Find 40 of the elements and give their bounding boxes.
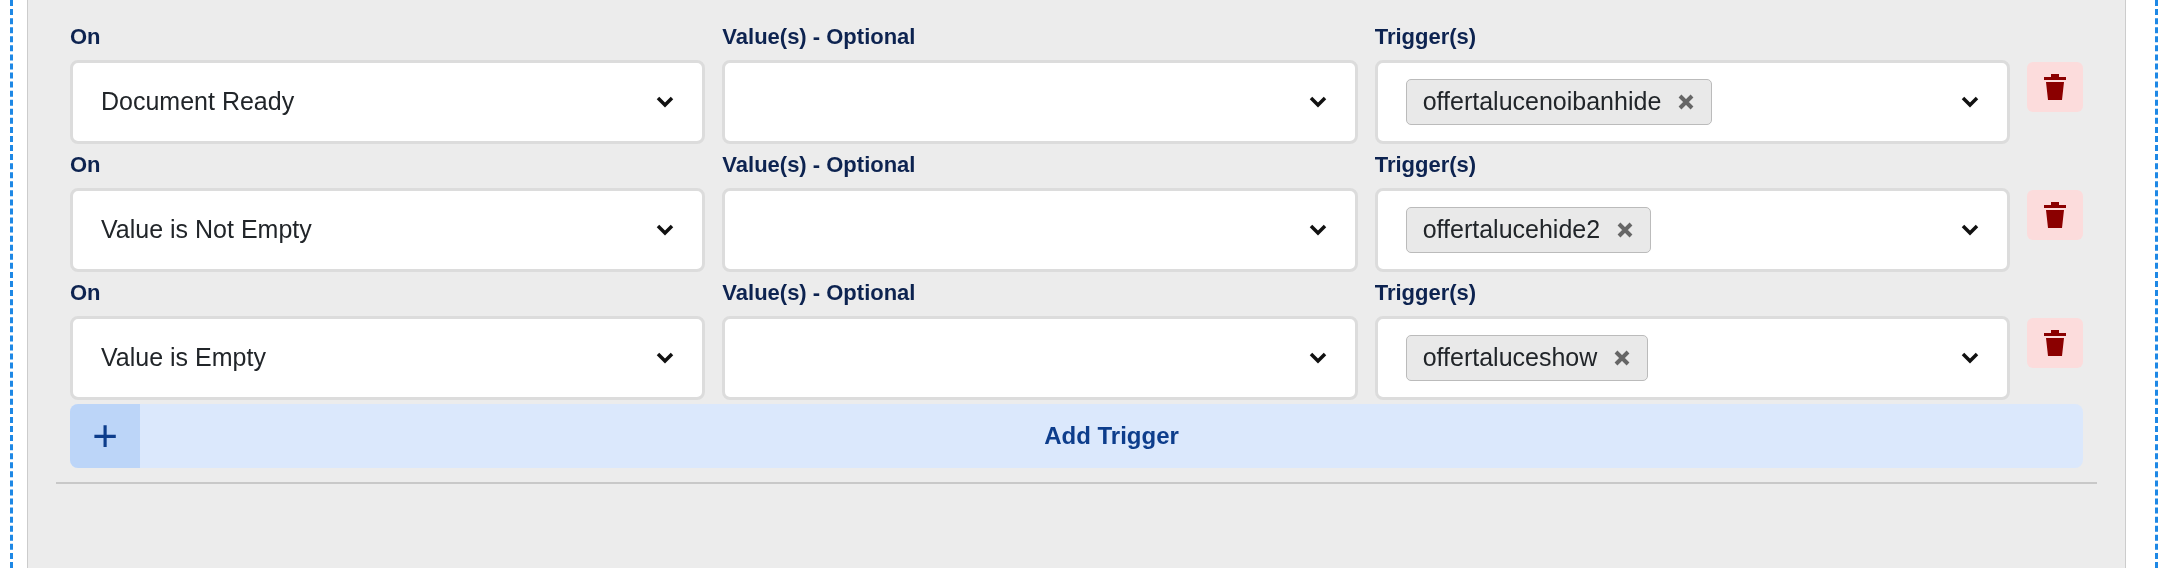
chevron-down-icon — [1308, 96, 1327, 108]
trash-icon — [2043, 201, 2067, 229]
add-trigger-button[interactable]: + Add Trigger — [70, 404, 2083, 468]
field-label: Value(s) - Optional — [722, 23, 916, 51]
triggers-select[interactable]: offertaluceshow — [1374, 316, 2010, 400]
on-select[interactable]: Value is Not Empty — [70, 188, 706, 272]
chevron-down-icon — [1961, 352, 1979, 364]
chevron-down-icon — [656, 96, 675, 108]
triggers-select[interactable]: offertalucehide2 — [1374, 188, 2010, 272]
close-icon[interactable] — [1677, 93, 1696, 111]
triggers-select[interactable]: offertalucenoibanhide — [1374, 60, 2010, 144]
field-label: On — [70, 151, 101, 179]
trigger-tag[interactable]: offertalucehide2 — [1405, 207, 1652, 253]
chevron-down-icon — [656, 224, 675, 236]
select-value: Value is Not Empty — [101, 214, 312, 246]
delete-button[interactable] — [2027, 62, 2083, 112]
on-select[interactable]: Document Ready — [70, 60, 706, 144]
field-label: Value(s) - Optional — [722, 151, 916, 179]
select-value: Document Ready — [101, 86, 295, 118]
trigger-tag[interactable]: offertalucenoibanhide — [1405, 79, 1713, 125]
field-label: Trigger(s) — [1374, 279, 1477, 307]
field-label: On — [70, 279, 101, 307]
delete-button[interactable] — [2027, 318, 2083, 368]
chevron-down-icon — [1308, 224, 1327, 236]
chevron-down-icon — [1961, 96, 1979, 108]
chevron-down-icon — [656, 352, 675, 364]
field-label: Trigger(s) — [1374, 23, 1477, 51]
close-icon[interactable] — [1616, 221, 1635, 239]
on-select[interactable]: Value is Empty — [70, 316, 706, 400]
trash-icon — [2043, 329, 2067, 357]
field-label: Value(s) - Optional — [722, 279, 916, 307]
trash-icon — [2043, 73, 2067, 101]
chevron-down-icon — [1961, 224, 1979, 236]
trigger-tag[interactable]: offertaluceshow — [1405, 335, 1649, 381]
chevron-down-icon — [1308, 352, 1327, 364]
select-value: Value is Empty — [101, 342, 266, 374]
close-icon[interactable] — [1613, 349, 1632, 367]
field-label: On — [70, 23, 101, 51]
field-label: Trigger(s) — [1374, 151, 1477, 179]
delete-button[interactable] — [2027, 190, 2083, 240]
